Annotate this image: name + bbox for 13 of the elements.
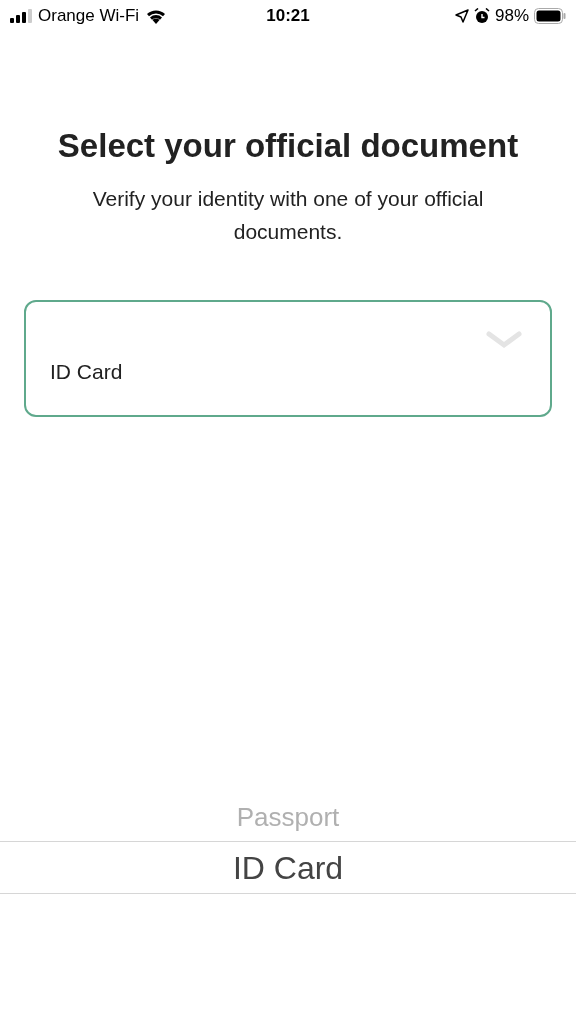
battery-icon [534,8,566,24]
page-subtitle: Verify your identity with one of your official documents. [91,186,485,245]
picker-option[interactable]: ID Card [0,841,576,894]
wifi-icon [145,8,168,24]
page-title: Select your official document [56,126,520,166]
battery-percentage: 98% [495,5,529,28]
chevron-down-icon [486,331,522,349]
carrier-name: Orange Wi-Fi [38,5,140,28]
signal-icon [10,9,32,23]
alarm-clock-icon [474,8,490,24]
document-select[interactable]: ID Card [24,300,552,417]
clock: 10:21 [266,5,310,28]
location-arrow-icon [455,9,469,23]
